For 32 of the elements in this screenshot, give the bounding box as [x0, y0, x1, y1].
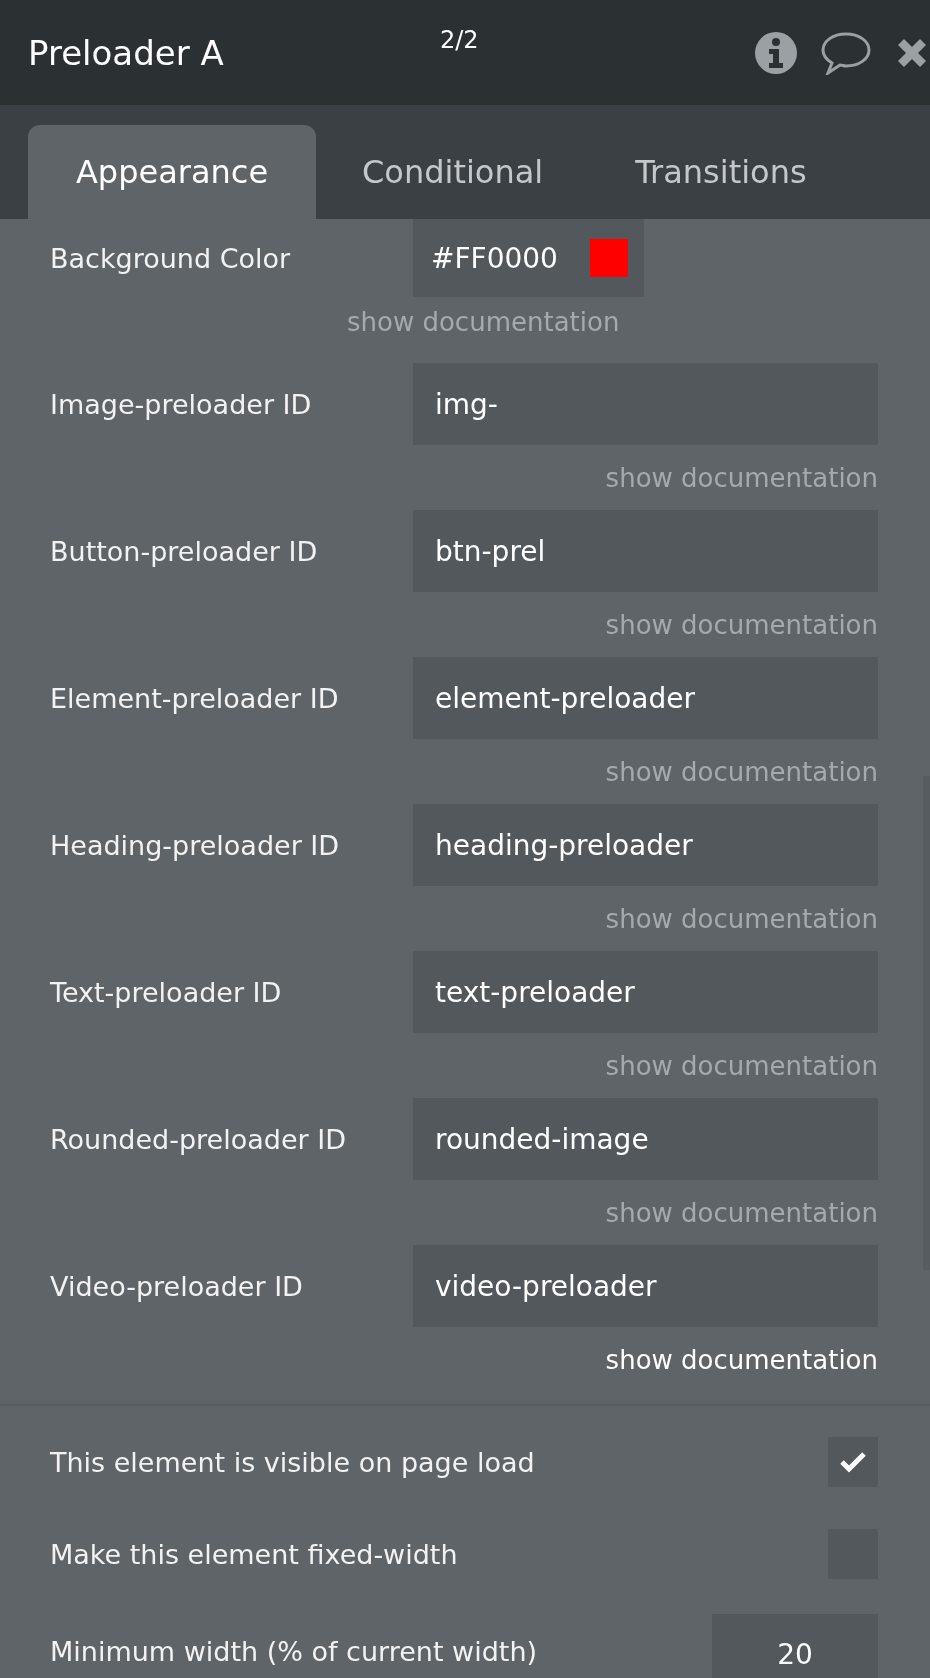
field-label: Button-preloader ID	[50, 535, 319, 567]
field-label: Heading-preloader ID	[50, 829, 341, 861]
field-label: Image-preloader ID	[50, 388, 313, 420]
input-field[interactable]: img-	[413, 363, 878, 445]
documentation-link[interactable]: show documentation	[605, 1344, 878, 1375]
input-field[interactable]: text-preloader	[413, 951, 878, 1033]
field-label: Video-preloader ID	[50, 1270, 304, 1302]
comment-icon[interactable]	[820, 30, 872, 75]
color-value: #FF0000	[431, 241, 558, 275]
panel-title: Preloader A	[28, 32, 224, 73]
input-field[interactable]: element-preloader	[413, 657, 878, 739]
color-field[interactable]: #FF0000	[413, 219, 644, 297]
checkmark-icon	[839, 1451, 867, 1473]
input-field[interactable]: rounded-image	[413, 1098, 878, 1180]
field-label: Text-preloader ID	[50, 976, 283, 1008]
info-icon[interactable]	[754, 30, 798, 75]
input-field[interactable]: heading-preloader	[413, 804, 878, 886]
field-label: Minimum width (% of current width)	[50, 1635, 538, 1668]
field-label: Rounded-preloader ID	[50, 1123, 347, 1155]
checkbox-label: This element is visible on page load	[50, 1446, 535, 1478]
number-field[interactable]: 20	[712, 1614, 878, 1678]
field-label: Element-preloader ID	[50, 682, 340, 714]
tab[interactable]: Appearance	[28, 125, 316, 219]
field-label: Background Color	[50, 242, 292, 274]
color-swatch[interactable]	[589, 239, 628, 277]
checkbox-label: Make this element fixed-width	[50, 1538, 458, 1570]
page-indicator: 2/2	[440, 26, 479, 54]
input-field[interactable]: btn-prel	[413, 510, 878, 592]
input-field[interactable]: video-preloader	[413, 1245, 878, 1327]
tab[interactable]: Transitions	[589, 125, 853, 219]
tab[interactable]: Conditional	[316, 125, 590, 219]
checkbox[interactable]	[828, 1437, 878, 1487]
